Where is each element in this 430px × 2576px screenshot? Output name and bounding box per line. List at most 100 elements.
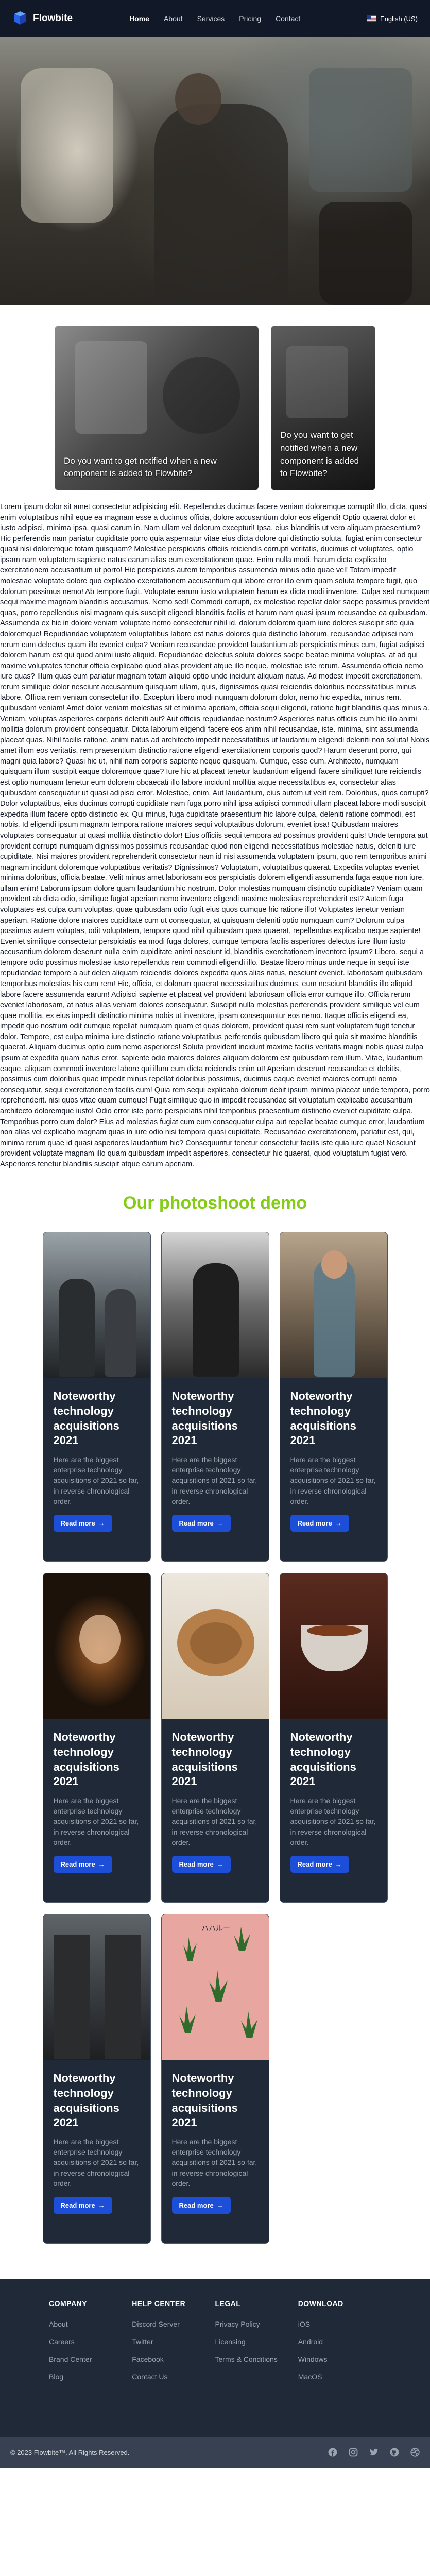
- instagram-icon[interactable]: [349, 2448, 358, 2457]
- gallery-card: Noteworthy technology acquisitions 2021 …: [279, 1573, 388, 1903]
- footer-link-contact[interactable]: Contact Us: [132, 2372, 215, 2381]
- footer-heading: COMPANY: [49, 2299, 88, 2308]
- body-paragraph: Lorem ipsum dolor sit amet consectetur a…: [0, 503, 430, 1168]
- nav-links: Home About Services Pricing Contact: [129, 14, 300, 23]
- read-more-label: Read more: [297, 1519, 332, 1528]
- read-more-label: Read more: [179, 1860, 214, 1869]
- read-more-button[interactable]: Read more →: [53, 1515, 112, 1532]
- footer-link-licensing[interactable]: Licensing: [215, 2337, 298, 2346]
- dribbble-icon[interactable]: [410, 2448, 420, 2458]
- nav-link-home[interactable]: Home: [129, 14, 149, 23]
- card-text: Here are the biggest enterprise technolo…: [290, 1796, 376, 1846]
- card-text: Here are the biggest enterprise technolo…: [290, 1455, 376, 1505]
- gallery-card: Noteworthy technology acquisitions 2021 …: [161, 1232, 269, 1562]
- brand[interactable]: Flowbite: [12, 11, 73, 26]
- language-selector[interactable]: English (US): [367, 15, 418, 23]
- arrow-right-icon: →: [216, 1519, 223, 1528]
- card-body: Noteworthy technology acquisitions 2021 …: [43, 1719, 150, 1873]
- facebook-icon[interactable]: [328, 2448, 337, 2457]
- footer-link-privacy[interactable]: Privacy Policy: [215, 2320, 298, 2328]
- gallery-card: Noteworthy technology acquisitions 2021 …: [42, 1914, 151, 2244]
- card-image: [43, 1914, 150, 2060]
- card-title: Noteworthy technology acquisitions 2021: [171, 1731, 238, 1788]
- footer-link-about[interactable]: About: [49, 2320, 132, 2328]
- footer-link-macos[interactable]: MacOS: [298, 2372, 381, 2381]
- nav-link-about[interactable]: About: [164, 14, 183, 23]
- copyright-bar: © 2023 Flowbite™. All Rights Reserved.: [0, 2437, 430, 2468]
- card-text: Here are the biggest enterprise technolo…: [53, 2137, 139, 2188]
- nav-link-pricing[interactable]: Pricing: [239, 14, 261, 23]
- read-more-button[interactable]: Read more →: [53, 1856, 112, 1873]
- read-more-button[interactable]: Read more →: [171, 2197, 231, 2214]
- footer-link-android[interactable]: Android: [298, 2337, 381, 2346]
- leaf-pattern-icon: ハハルー: [179, 1925, 257, 2039]
- card-text: Here are the biggest enterprise technolo…: [171, 2137, 257, 2188]
- read-more-button[interactable]: Read more →: [290, 1515, 349, 1532]
- read-more-button[interactable]: Read more →: [171, 1856, 231, 1873]
- copyright-text: © 2023 Flowbite™. All Rights Reserved.: [10, 2448, 130, 2456]
- card-image: [280, 1573, 387, 1719]
- footer-link-discord[interactable]: Discord Server: [132, 2320, 215, 2328]
- feature-card-large[interactable]: Do you want to get notified when a new c…: [55, 326, 259, 490]
- footer-column-download: DOWNLOAD iOS Android Windows MacOS: [298, 2299, 381, 2390]
- read-more-label: Read more: [60, 2201, 95, 2210]
- footer-column-company: COMPANY About Careers Brand Center Blog: [49, 2299, 132, 2390]
- hero-image: [0, 37, 430, 305]
- read-more-button[interactable]: Read more →: [290, 1856, 349, 1873]
- footer-link-twitter[interactable]: Twitter: [132, 2337, 215, 2346]
- gallery-card: Noteworthy technology acquisitions 2021 …: [279, 1232, 388, 1562]
- card-image: [161, 1232, 269, 1378]
- footer-heading: HELP CENTER: [132, 2299, 186, 2308]
- card-image: [43, 1573, 150, 1719]
- gallery-grid: Noteworthy technology acquisitions 2021 …: [42, 1232, 388, 2244]
- feature-card-text: Do you want to get notified when a new c…: [280, 430, 359, 479]
- nav-link-services[interactable]: Services: [197, 14, 225, 23]
- card-body: Noteworthy technology acquisitions 2021 …: [280, 1719, 387, 1873]
- card-text: Here are the biggest enterprise technolo…: [53, 1796, 139, 1846]
- card-image: [161, 1573, 269, 1719]
- arrow-right-icon: →: [216, 2201, 223, 2210]
- footer-link-blog[interactable]: Blog: [49, 2372, 132, 2381]
- twitter-icon[interactable]: [369, 2448, 379, 2457]
- footer-link-windows[interactable]: Windows: [298, 2355, 381, 2363]
- footer-link-ios[interactable]: iOS: [298, 2320, 381, 2328]
- footer-column-help-center: HELP CENTER Discord Server Twitter Faceb…: [132, 2299, 215, 2390]
- read-more-button[interactable]: Read more →: [53, 2197, 112, 2214]
- feature-cards: Do you want to get notified when a new c…: [55, 326, 375, 490]
- footer-link-careers[interactable]: Careers: [49, 2337, 132, 2346]
- language-label: English (US): [380, 14, 418, 23]
- card-title: Noteworthy technology acquisitions 2021: [290, 1731, 356, 1788]
- footer-link-facebook[interactable]: Facebook: [132, 2355, 215, 2363]
- card-body: Noteworthy technology acquisitions 2021 …: [162, 1378, 269, 1532]
- card-body: Noteworthy technology acquisitions 2021 …: [162, 1719, 269, 1873]
- us-flag-icon: [367, 15, 376, 22]
- nav-link-contact[interactable]: Contact: [276, 14, 300, 23]
- arrow-right-icon: →: [335, 1860, 342, 1869]
- card-title: Noteworthy technology acquisitions 2021: [53, 1389, 119, 1447]
- card-title: Noteworthy technology acquisitions 2021: [290, 1389, 356, 1447]
- footer-heading: LEGAL: [215, 2299, 241, 2308]
- card-image: [43, 1232, 150, 1378]
- card-image: [280, 1232, 387, 1378]
- card-image: ハハルー: [161, 1914, 269, 2060]
- read-more-label: Read more: [297, 1860, 332, 1869]
- github-icon[interactable]: [390, 2448, 399, 2457]
- read-more-button[interactable]: Read more →: [171, 1515, 231, 1532]
- gallery-card: ハハルー Noteworthy technology acquisitions …: [161, 1914, 269, 2244]
- card-text: Here are the biggest enterprise technolo…: [171, 1796, 257, 1846]
- footer-link-terms[interactable]: Terms & Conditions: [215, 2355, 298, 2363]
- footer-link-brand-center[interactable]: Brand Center: [49, 2355, 132, 2363]
- arrow-right-icon: →: [98, 1519, 105, 1528]
- gallery-card: Noteworthy technology acquisitions 2021 …: [161, 1573, 269, 1903]
- footer-column-legal: LEGAL Privacy Policy Licensing Terms & C…: [215, 2299, 298, 2390]
- card-text: Here are the biggest enterprise technolo…: [53, 1455, 139, 1505]
- navbar: Flowbite Home About Services Pricing Con…: [0, 0, 430, 37]
- flowbite-logo-icon: [14, 11, 26, 25]
- feature-card-small[interactable]: Do you want to get notified when a new c…: [271, 326, 375, 490]
- footer: COMPANY About Careers Brand Center Blog …: [0, 2279, 430, 2437]
- card-title: Noteworthy technology acquisitions 2021: [171, 1389, 238, 1447]
- read-more-label: Read more: [179, 2201, 214, 2210]
- arrow-right-icon: →: [98, 1860, 105, 1869]
- social-links: [328, 2448, 420, 2458]
- card-body: Noteworthy technology acquisitions 2021 …: [162, 2060, 269, 2214]
